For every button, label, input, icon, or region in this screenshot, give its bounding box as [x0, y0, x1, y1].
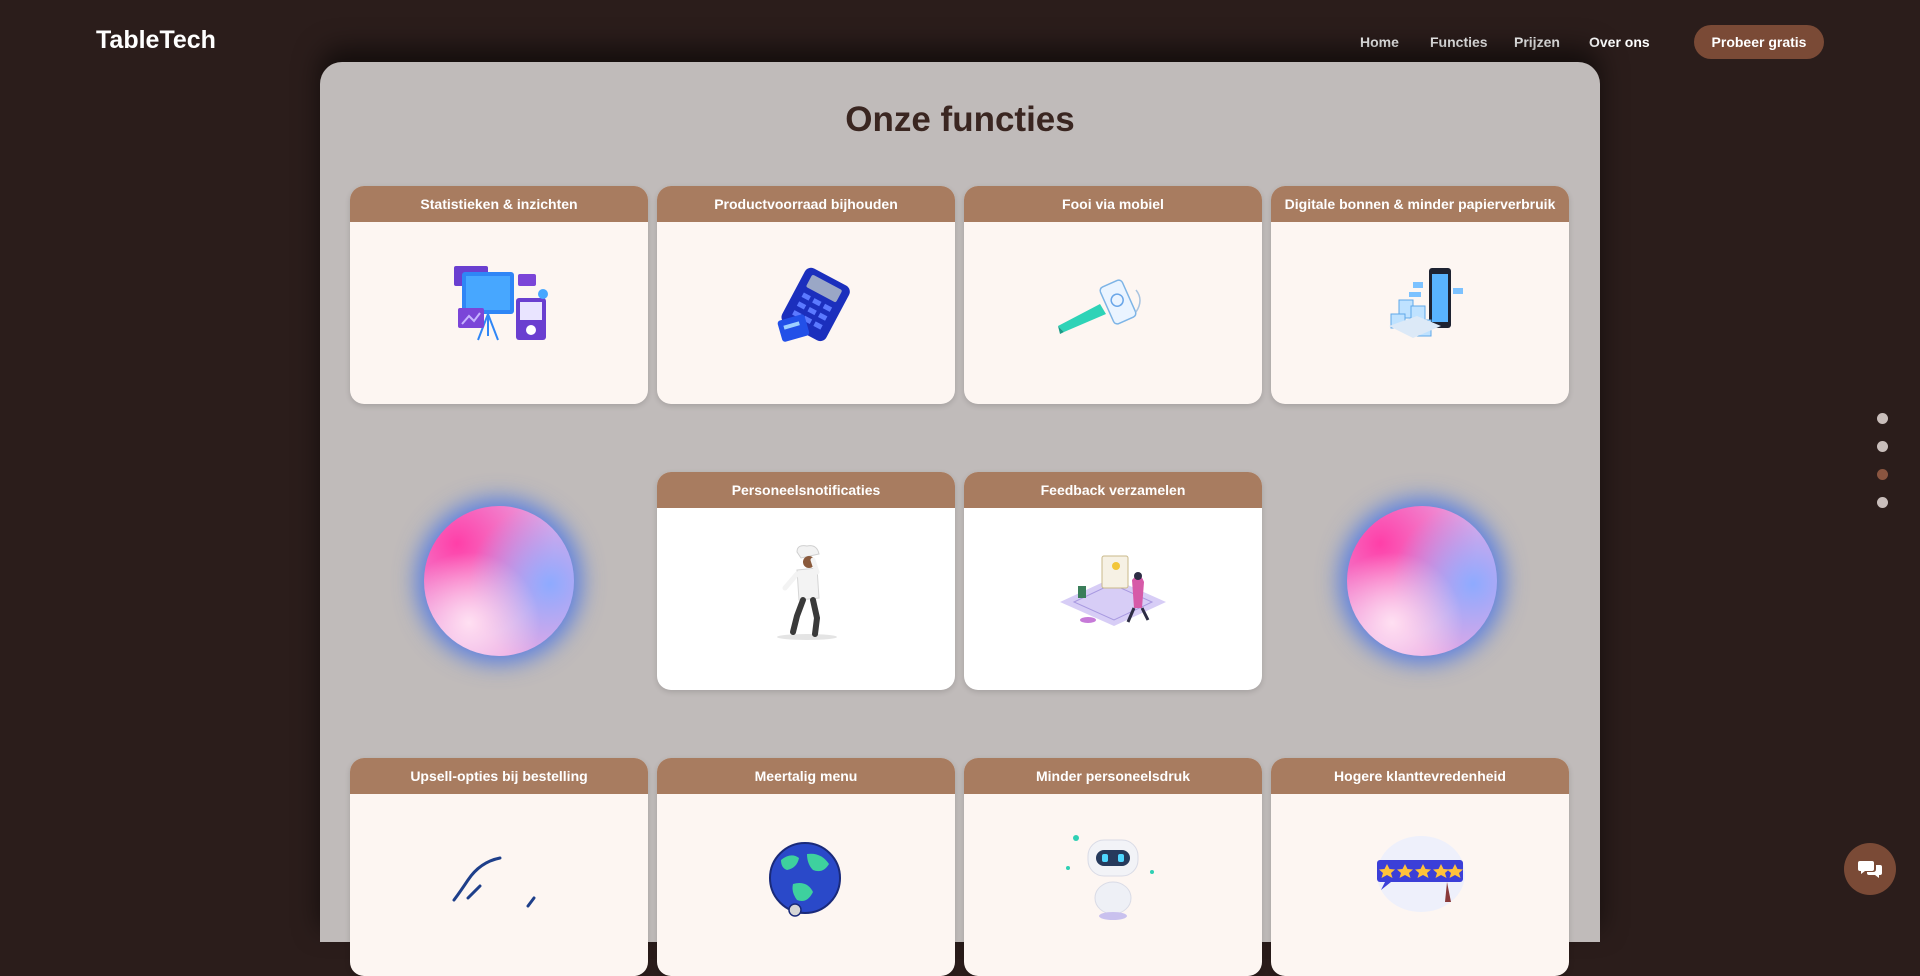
section-title: Onze functies: [845, 100, 1075, 139]
feature-card-digital-receipts[interactable]: Digitale bonnen & minder papierverbruik: [1271, 186, 1569, 404]
features-section: Onze functies Statistieken & inzichten P…: [320, 62, 1600, 976]
section-pager-dot-active[interactable]: [1877, 469, 1888, 480]
chef-illustration-icon: [777, 545, 837, 640]
section-pager-dot[interactable]: [1877, 413, 1888, 424]
card-terminal-icon: [777, 267, 850, 342]
nav-link-functies[interactable]: Functies: [1430, 34, 1488, 50]
globe-icon: [769, 842, 841, 917]
feature-card-staff-notifications[interactable]: Personeelsnotificaties: [657, 472, 955, 690]
feature-card-title: Digitale bonnen & minder papierverbruik: [1271, 186, 1569, 222]
feature-card-title: Hogere klanttevredenheid: [1271, 758, 1569, 794]
nav-link-home[interactable]: Home: [1360, 34, 1399, 50]
feature-card-title: Productvoorraad bijhouden: [657, 186, 955, 222]
feature-card-less-staff-pressure[interactable]: Minder personeelsdruk: [964, 758, 1262, 976]
feature-card-inventory[interactable]: Productvoorraad bijhouden: [657, 186, 955, 404]
decorative-gradient-orb: [1347, 506, 1497, 656]
feature-card-upsell[interactable]: Upsell-opties bij bestelling: [350, 758, 648, 976]
decorative-gradient-orb: [424, 506, 574, 656]
feature-card-title: Feedback verzamelen: [964, 472, 1262, 508]
presentation-board-icon: [454, 266, 548, 341]
feature-card-title: Upsell-opties bij bestelling: [350, 758, 648, 794]
digital-receipt-icon: [1389, 268, 1463, 338]
feature-card-title: Minder personeelsdruk: [964, 758, 1262, 794]
feature-card-statistics[interactable]: Statistieken & inzichten: [350, 186, 648, 404]
feature-card-title: Fooi via mobiel: [964, 186, 1262, 222]
section-pager-dot[interactable]: [1877, 441, 1888, 452]
robot-icon: [1066, 835, 1154, 920]
chat-button[interactable]: [1844, 843, 1896, 895]
nav-link-over-ons[interactable]: Over ons: [1589, 34, 1650, 50]
feature-card-title: Meertalig menu: [657, 758, 955, 794]
feature-card-mobile-tip[interactable]: Fooi via mobiel: [964, 186, 1262, 404]
try-free-button[interactable]: Probeer gratis: [1694, 25, 1824, 59]
feature-card-feedback[interactable]: Feedback verzamelen: [964, 472, 1262, 690]
feature-card-customer-satisfaction[interactable]: Hogere klanttevredenheid: [1271, 758, 1569, 976]
upsell-curve-icon: [452, 856, 536, 908]
brand-logo[interactable]: TableTech: [96, 26, 216, 55]
feature-card-title: Statistieken & inzichten: [350, 186, 648, 222]
chat-bubbles-icon: [1858, 861, 1882, 878]
feature-card-multilingual-menu[interactable]: Meertalig menu: [657, 758, 955, 976]
section-pager-dot[interactable]: [1877, 497, 1888, 508]
mobile-tip-icon: [1058, 279, 1141, 334]
star-rating-icon: [1377, 836, 1465, 912]
feature-card-title: Personeelsnotificaties: [657, 472, 955, 508]
nav-link-prijzen[interactable]: Prijzen: [1514, 34, 1560, 50]
feedback-illustration-icon: [1060, 555, 1166, 626]
